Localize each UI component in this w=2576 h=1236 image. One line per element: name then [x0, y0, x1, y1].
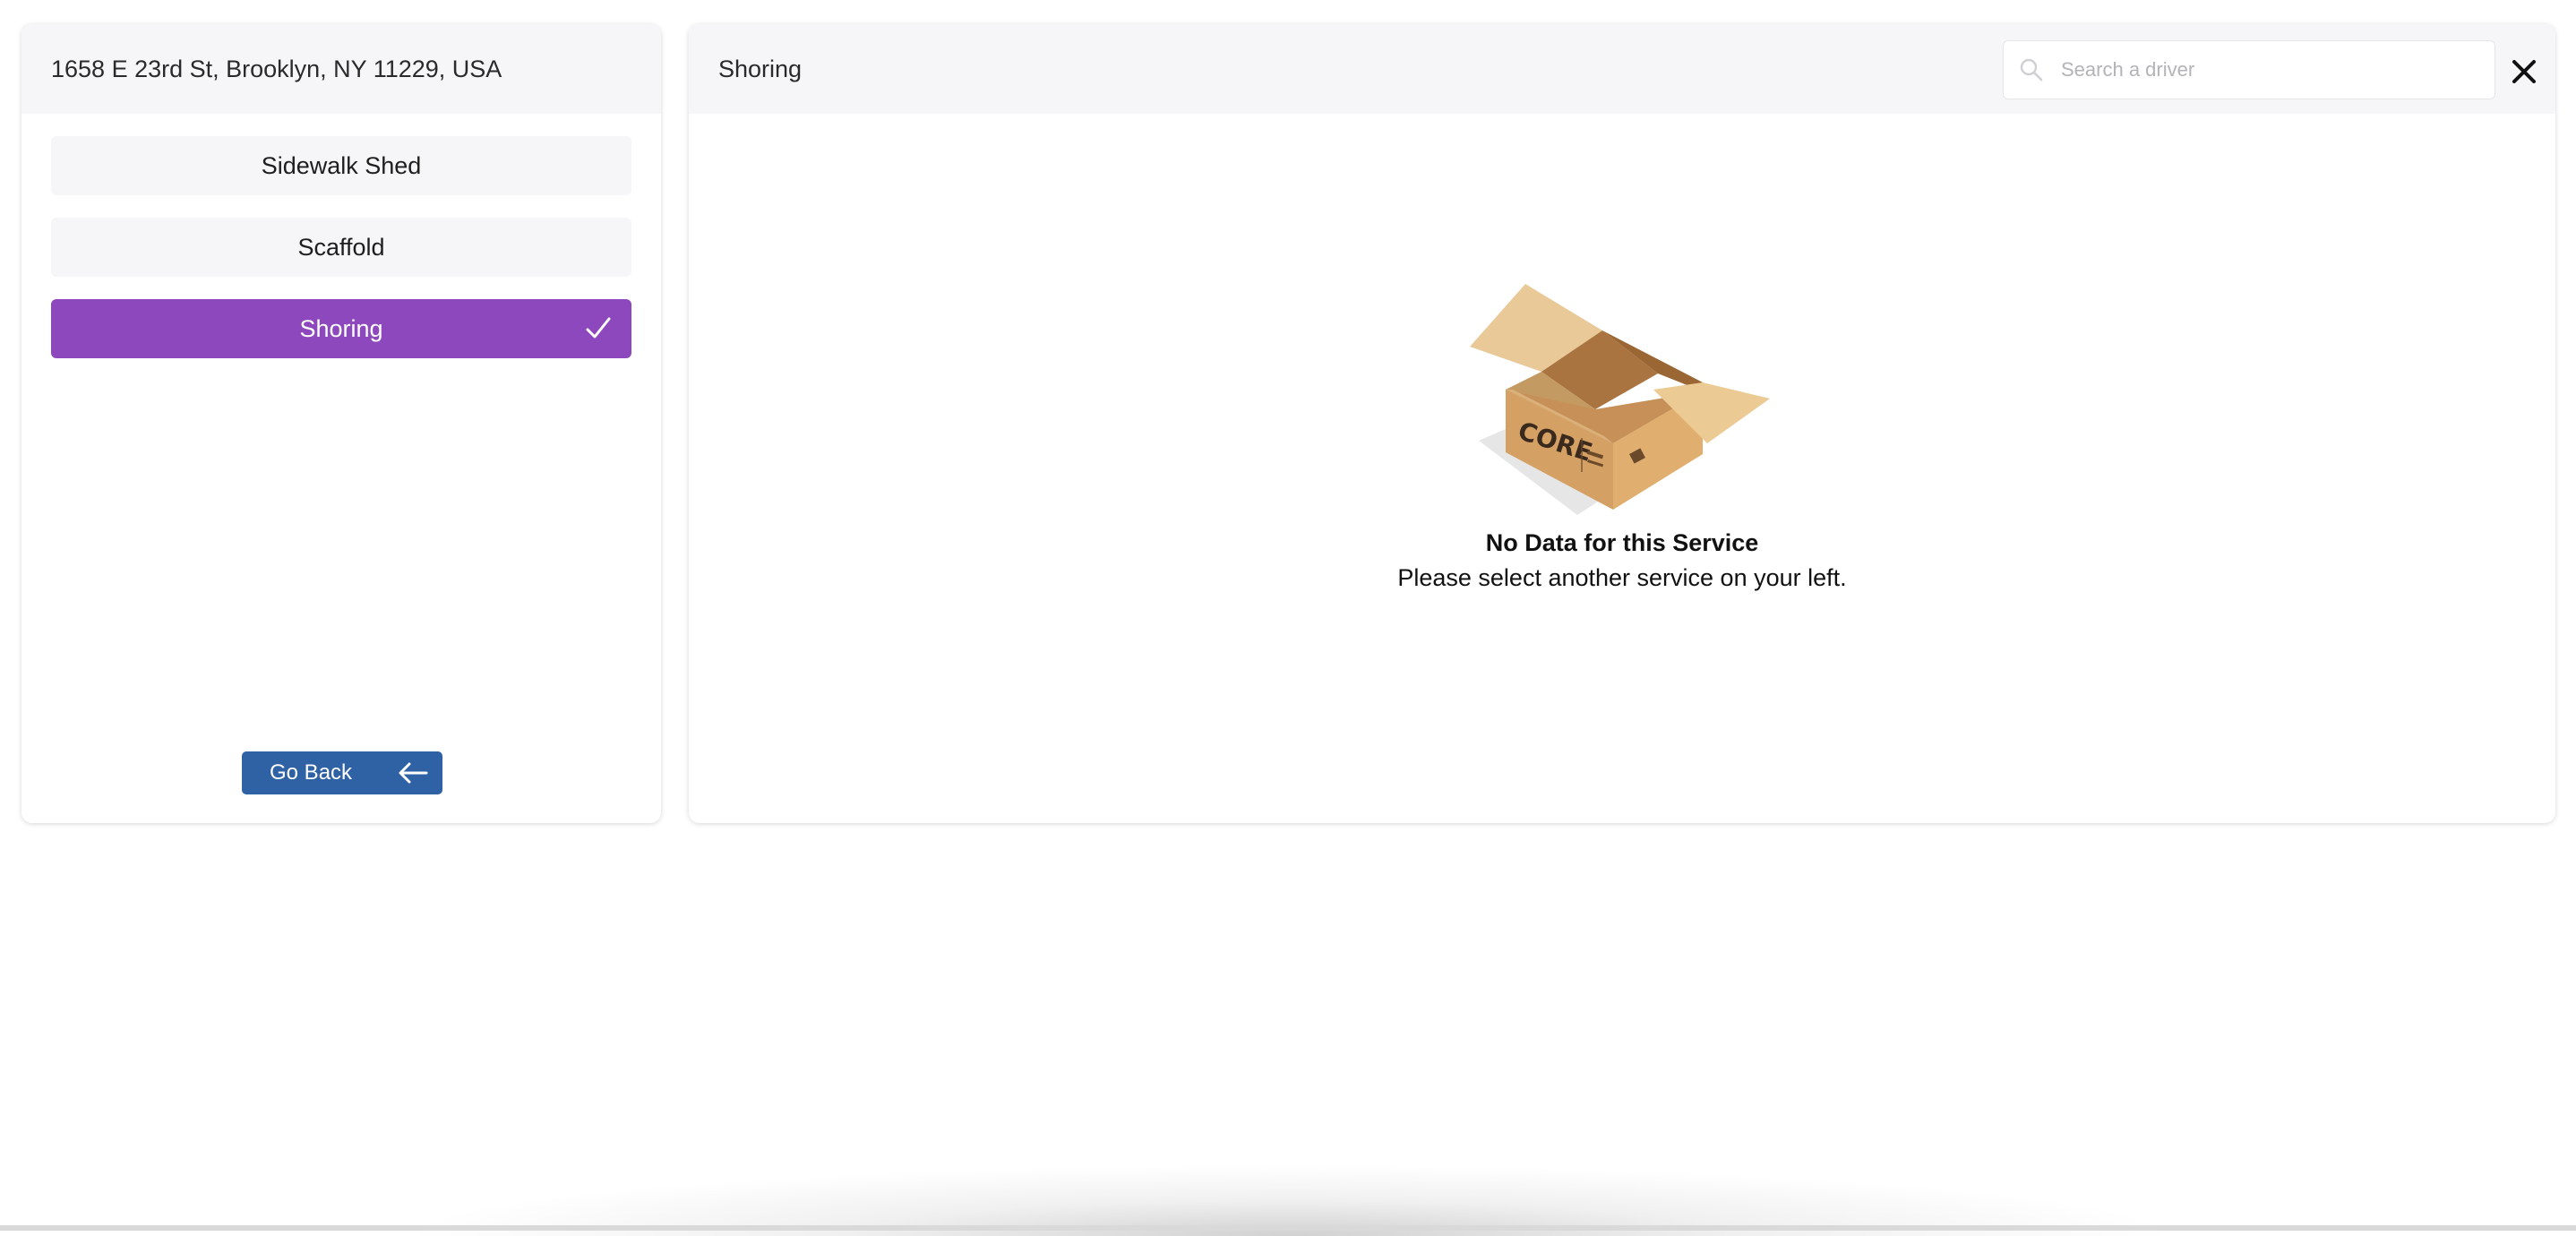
service-list: Sidewalk Shed Scaffold Shoring: [21, 114, 661, 358]
empty-state: CORE No Data for this Service Please sel…: [689, 284, 2555, 592]
go-back-button[interactable]: Go Back: [242, 751, 442, 794]
service-detail-panel: Shoring Search a driver CORE No Data for…: [689, 24, 2555, 823]
service-item-sidewalk-shed[interactable]: Sidewalk Shed: [51, 136, 631, 195]
empty-box-illustration: CORE: [1470, 284, 1770, 515]
search-icon: [2020, 58, 2043, 82]
detail-title: Shoring: [718, 55, 803, 82]
address-text: 1658 E 23rd St, Brooklyn, NY 11229, USA: [51, 55, 502, 82]
go-back-label: Go Back: [270, 760, 353, 785]
service-item-label: Sidewalk Shed: [261, 151, 422, 179]
driver-search: [2003, 40, 2495, 99]
empty-state-title: No Data for this Service: [1485, 529, 1759, 556]
service-item-scaffold[interactable]: Scaffold: [51, 218, 631, 277]
service-item-shoring[interactable]: Shoring: [51, 299, 631, 358]
service-item-label: Scaffold: [297, 233, 385, 261]
close-icon[interactable]: [2509, 56, 2539, 87]
bottom-edge: [0, 1225, 2576, 1231]
check-icon: [586, 317, 611, 339]
search-input[interactable]: [2061, 58, 2482, 82]
services-panel: 1658 E 23rd St, Brooklyn, NY 11229, USA …: [21, 24, 661, 823]
service-item-label: Shoring: [299, 314, 383, 342]
address-header: 1658 E 23rd St, Brooklyn, NY 11229, USA: [21, 24, 661, 114]
arrow-left-icon: [399, 762, 428, 784]
empty-state-subtitle: Please select another service on your le…: [1397, 564, 1847, 591]
